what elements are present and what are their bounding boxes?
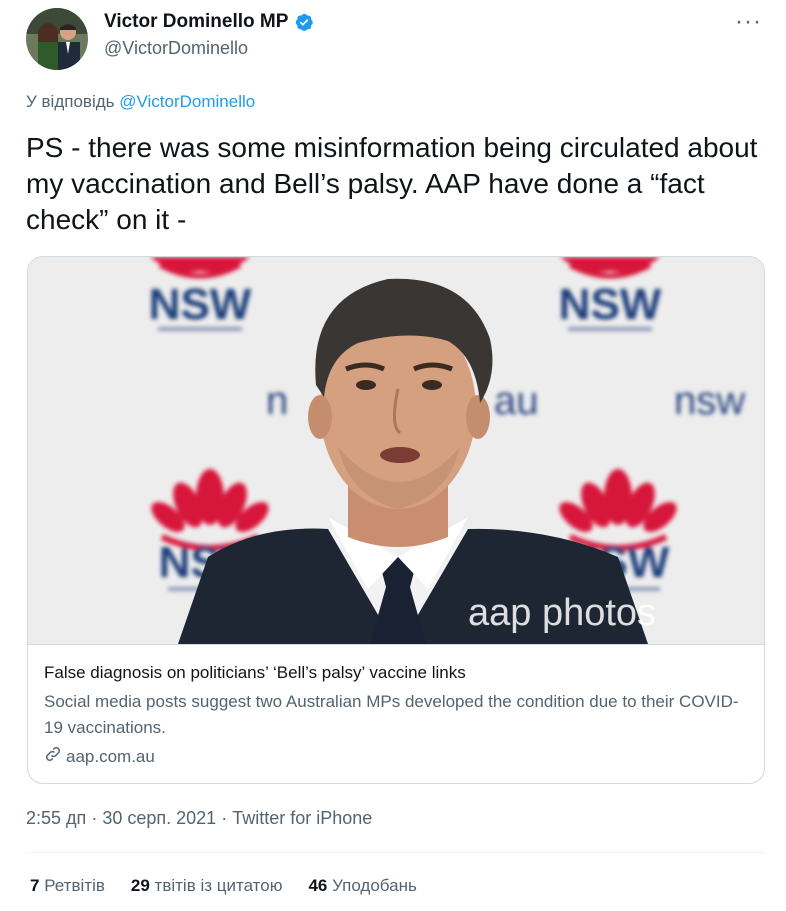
card-domain[interactable]: aap.com.au [44,745,155,768]
meta-separator: · [91,808,98,828]
retweets-label: Ретвітів [44,876,105,895]
link-icon [44,745,62,768]
image-watermark: aap photos [468,592,656,634]
card-description: Social media posts suggest two Australia… [44,692,739,737]
tweet-date[interactable]: 30 серп. 2021 [102,808,216,828]
likes-stat[interactable]: 46 Уподобань [308,876,416,896]
reply-mention-link[interactable]: @VictorDominello [119,92,255,111]
likes-label: Уподобань [332,876,417,895]
card-title[interactable]: False diagnosis on politicians’ ‘Bell’s … [44,663,466,683]
quotes-count: 29 [130,876,150,895]
svg-text:au: au [494,379,539,423]
display-name[interactable]: Victor Dominello MP [104,11,288,33]
divider [26,852,764,853]
quotes-stat[interactable]: 29 твітів із цитатою [131,876,283,896]
retweets-count: 7 [30,876,40,895]
svg-text:NSW: NSW [559,280,662,329]
tweet-time[interactable]: 2:55 дп [26,808,86,828]
likes-count: 46 [308,876,328,895]
card-domain-text: aap.com.au [66,746,155,766]
verified-badge-icon [294,12,314,32]
tweet-meta: 2:55 дп · 30 серп. 2021 · Twitter for iP… [26,808,372,829]
tweet-stats: 7 Ретвітів 29 твітів із цитатою 46 Уподо… [30,876,417,896]
retweets-stat[interactable]: 7 Ретвітів [30,876,105,896]
more-horizontal-icon[interactable]: ··· [735,8,762,36]
svg-text:NSW: NSW [149,280,252,329]
tweet-text: PS - there was some misinformation being… [26,132,758,235]
card-image[interactable]: NSW NSW n au nsw aap photos [28,257,764,644]
svg-text:n: n [266,379,288,423]
quotes-label: твітів із цитатою [154,876,283,895]
reply-prefix: У відповідь [26,92,115,111]
reply-context: У відповідь @VictorDominello [26,92,255,112]
avatar[interactable] [26,8,88,70]
card-body[interactable]: False diagnosis on politicians’ ‘Bell’s … [28,644,764,783]
meta-separator: · [221,808,228,828]
author-handle[interactable]: @VictorDominello [104,38,248,59]
author-name-row[interactable]: Victor Dominello MP [104,11,314,33]
tweet-source[interactable]: Twitter for iPhone [232,808,372,828]
svg-text:nsw: nsw [674,379,745,423]
tweet: Victor Dominello MP @VictorDominello ···… [0,0,786,911]
link-card[interactable]: NSW NSW n au nsw aap photos False diagno… [27,256,765,784]
